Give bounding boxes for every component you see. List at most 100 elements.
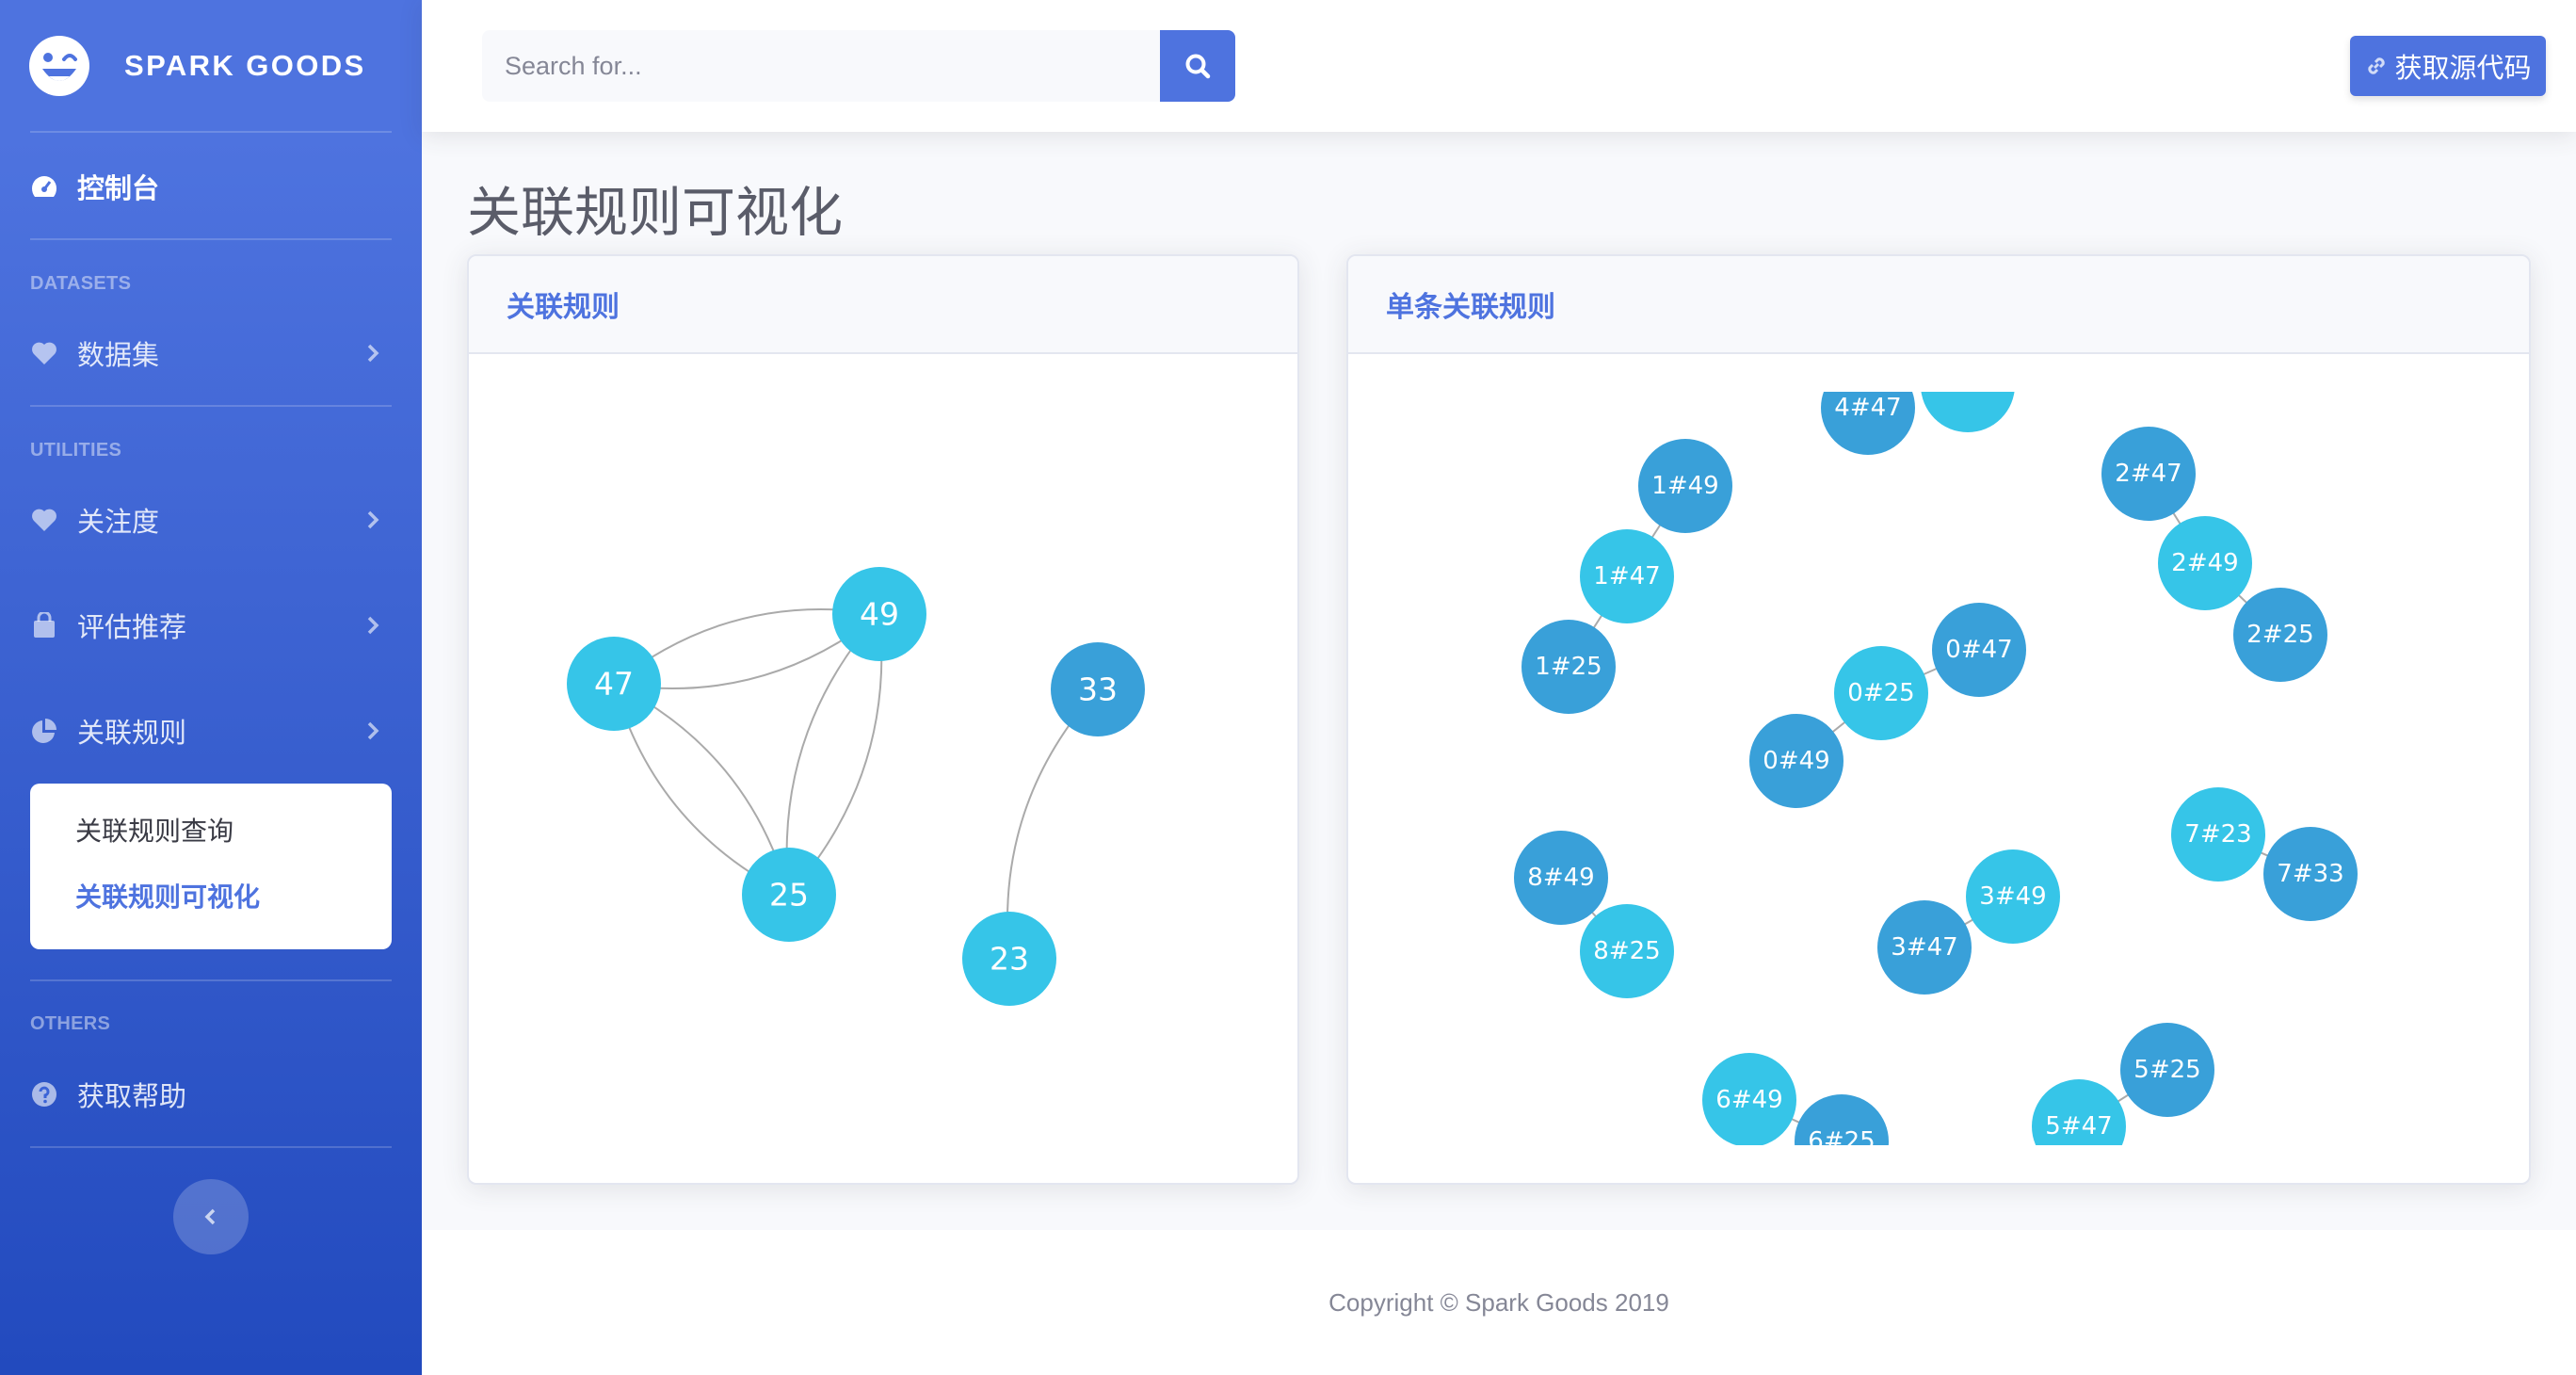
graph-node-label: 8#49	[1527, 864, 1594, 892]
page-title: 关联规则可视化	[467, 183, 843, 243]
graph-node-label: 2#25	[2246, 621, 2313, 649]
brand[interactable]: SPARK GOODS	[0, 0, 422, 132]
graph-node[interactable]: 5#25	[2120, 1023, 2214, 1117]
card-title: 关联规则	[507, 292, 620, 323]
graph-node-label: 7#23	[2184, 820, 2251, 849]
graph-node-label: 6#25	[1808, 1127, 1875, 1156]
graph-node[interactable]: 5#47	[2032, 1079, 2126, 1173]
chevron-right-icon	[367, 510, 379, 529]
graph-node-label: 3#47	[1891, 933, 1957, 962]
sidebar-toggle-button[interactable]	[173, 1179, 249, 1254]
graph-node[interactable]: 3#47	[1877, 900, 1972, 995]
graph-node-label: 0#47	[1945, 636, 2012, 664]
graph-node[interactable]: 2#49	[2158, 516, 2252, 610]
card-header: 关联规则	[469, 256, 1297, 354]
link-icon	[2368, 57, 2386, 74]
graph-node-circle[interactable]	[1921, 354, 2015, 432]
graph-node-label: 8#25	[1593, 937, 1660, 965]
graph-node-label: 23	[990, 941, 1029, 978]
graph-node[interactable]: 23	[962, 912, 1056, 1006]
sidebar-divider	[30, 1146, 392, 1148]
graph-node[interactable]: 1#25	[1521, 620, 1616, 714]
footer: Copyright © Spark Goods 2019	[422, 1230, 2576, 1375]
card-body: 47 49 25 33 23	[469, 354, 1297, 1183]
graph-node[interactable]: 7#33	[2263, 827, 2358, 921]
brand-name: SPARK GOODS	[124, 49, 366, 82]
sidebar-item-dashboard[interactable]: 控制台	[30, 160, 392, 213]
graph-node[interactable]: 0#25	[1834, 646, 1928, 740]
graph-node-label: 6#49	[1715, 1086, 1782, 1114]
search-button[interactable]	[1160, 30, 1235, 102]
graph-node-label: 3#49	[1979, 882, 2046, 911]
sidebar-item-recommend[interactable]: 评估推荐	[30, 599, 392, 652]
graph-node[interactable]: 8#25	[1580, 904, 1674, 998]
card-header: 单条关联规则	[1348, 256, 2529, 354]
search-input[interactable]	[482, 30, 1162, 102]
graph-node[interactable]: 7#23	[2171, 787, 2265, 882]
graph-node[interactable]: 6#25	[1795, 1094, 1889, 1183]
graph-node[interactable]: 8#49	[1514, 831, 1608, 925]
rules-graph[interactable]: 47 49 25 33 23	[469, 354, 1297, 1183]
single-rule-graph-card: 单条关联规则 4#47 1#49 1#47 1#25 2#47 2#49 2#25 0#47 0…	[1346, 254, 2531, 1185]
graph-node-label: 1#25	[1535, 653, 1602, 681]
heart-icon	[30, 339, 58, 367]
graph-node-label: 25	[769, 877, 809, 914]
sidebar-item-datasets[interactable]: 数据集	[30, 327, 392, 380]
graph-node-label: 5#25	[2133, 1056, 2200, 1084]
submenu-item-rules-visualize[interactable]: 关联规则可视化	[30, 878, 392, 944]
sidebar-item-label: 关注度	[77, 508, 160, 538]
get-source-label: 获取源代码	[2394, 54, 2532, 84]
graph-node-label: 4#47	[1834, 394, 1901, 422]
chevron-right-icon	[367, 616, 379, 635]
graph-node[interactable]	[1921, 354, 2015, 432]
graph-node[interactable]: 1#49	[1638, 439, 1732, 533]
graph-node[interactable]: 0#49	[1749, 714, 1843, 808]
sidebar-divider	[30, 131, 392, 133]
heart-icon	[30, 506, 58, 534]
graph-node[interactable]: 3#49	[1966, 849, 2060, 944]
sidebar-divider	[30, 238, 392, 240]
sidebar-heading: OTHERS	[30, 1013, 111, 1034]
graph-node[interactable]: 2#25	[2233, 588, 2327, 682]
graph-node-label: 0#25	[1847, 679, 1914, 707]
sidebar-item-label: 评估推荐	[77, 613, 187, 643]
graph-node-label: 2#49	[2171, 549, 2238, 577]
sidebar-item-support[interactable]: 关注度	[30, 493, 392, 546]
graph-node[interactable]: 33	[1051, 642, 1145, 736]
sidebar-heading: UTILITIES	[30, 440, 122, 461]
graph-node-label: 5#47	[2045, 1112, 2112, 1140]
chevron-right-icon	[367, 344, 379, 363]
sidebar-item-rules[interactable]: 关联规则	[30, 704, 392, 757]
card-title: 单条关联规则	[1386, 292, 1555, 323]
graph-node[interactable]: 4#47	[1821, 361, 1915, 455]
submenu-item-rules-query[interactable]: 关联规则查询	[30, 812, 392, 878]
chart-pie-icon	[30, 717, 58, 745]
single-rule-graph[interactable]: 4#47 1#49 1#47 1#25 2#47 2#49 2#25 0#47 0#25 0#49…	[1348, 354, 2529, 1183]
sidebar-divider	[30, 979, 392, 981]
graph-node[interactable]: 1#47	[1580, 529, 1674, 623]
graph-node[interactable]: 2#47	[2101, 427, 2196, 521]
graph-node-label: 33	[1078, 671, 1118, 708]
graph-node-label: 2#47	[2115, 460, 2182, 488]
sidebar-divider	[30, 405, 392, 407]
search-icon	[1185, 54, 1211, 79]
graph-node[interactable]: 25	[742, 848, 836, 942]
graph-viewport: 4#47 1#49 1#47 1#25 2#47 2#49 2#25 0#47 0#25 0#49…	[1514, 354, 2358, 1183]
graph-node-label: 7#33	[2277, 860, 2343, 888]
get-source-button[interactable]: 获取源代码	[2350, 36, 2546, 96]
sidebar-item-label: 关联规则	[77, 719, 187, 749]
card-body: 4#47 1#49 1#47 1#25 2#47 2#49 2#25 0#47 0#25 0#49…	[1348, 354, 2529, 1183]
sidebar-item-label: 控制台	[77, 174, 160, 204]
chevron-right-icon	[367, 721, 379, 740]
graph-node[interactable]: 0#47	[1932, 603, 2026, 697]
tachometer-icon	[30, 172, 58, 201]
graph-node-label: 0#49	[1763, 747, 1829, 775]
sidebar-item-help[interactable]: 获取帮助	[30, 1068, 392, 1121]
rules-graph-card: 关联规则 47 49 25 33 23	[467, 254, 1299, 1185]
question-circle-icon	[30, 1080, 58, 1108]
sidebar-item-label: 数据集	[77, 341, 160, 371]
graph-node[interactable]: 49	[832, 567, 926, 661]
graph-node[interactable]: 47	[567, 637, 661, 731]
graph-node[interactable]: 6#49	[1702, 1053, 1796, 1147]
rules-submenu: 关联规则查询 关联规则可视化	[30, 784, 392, 949]
